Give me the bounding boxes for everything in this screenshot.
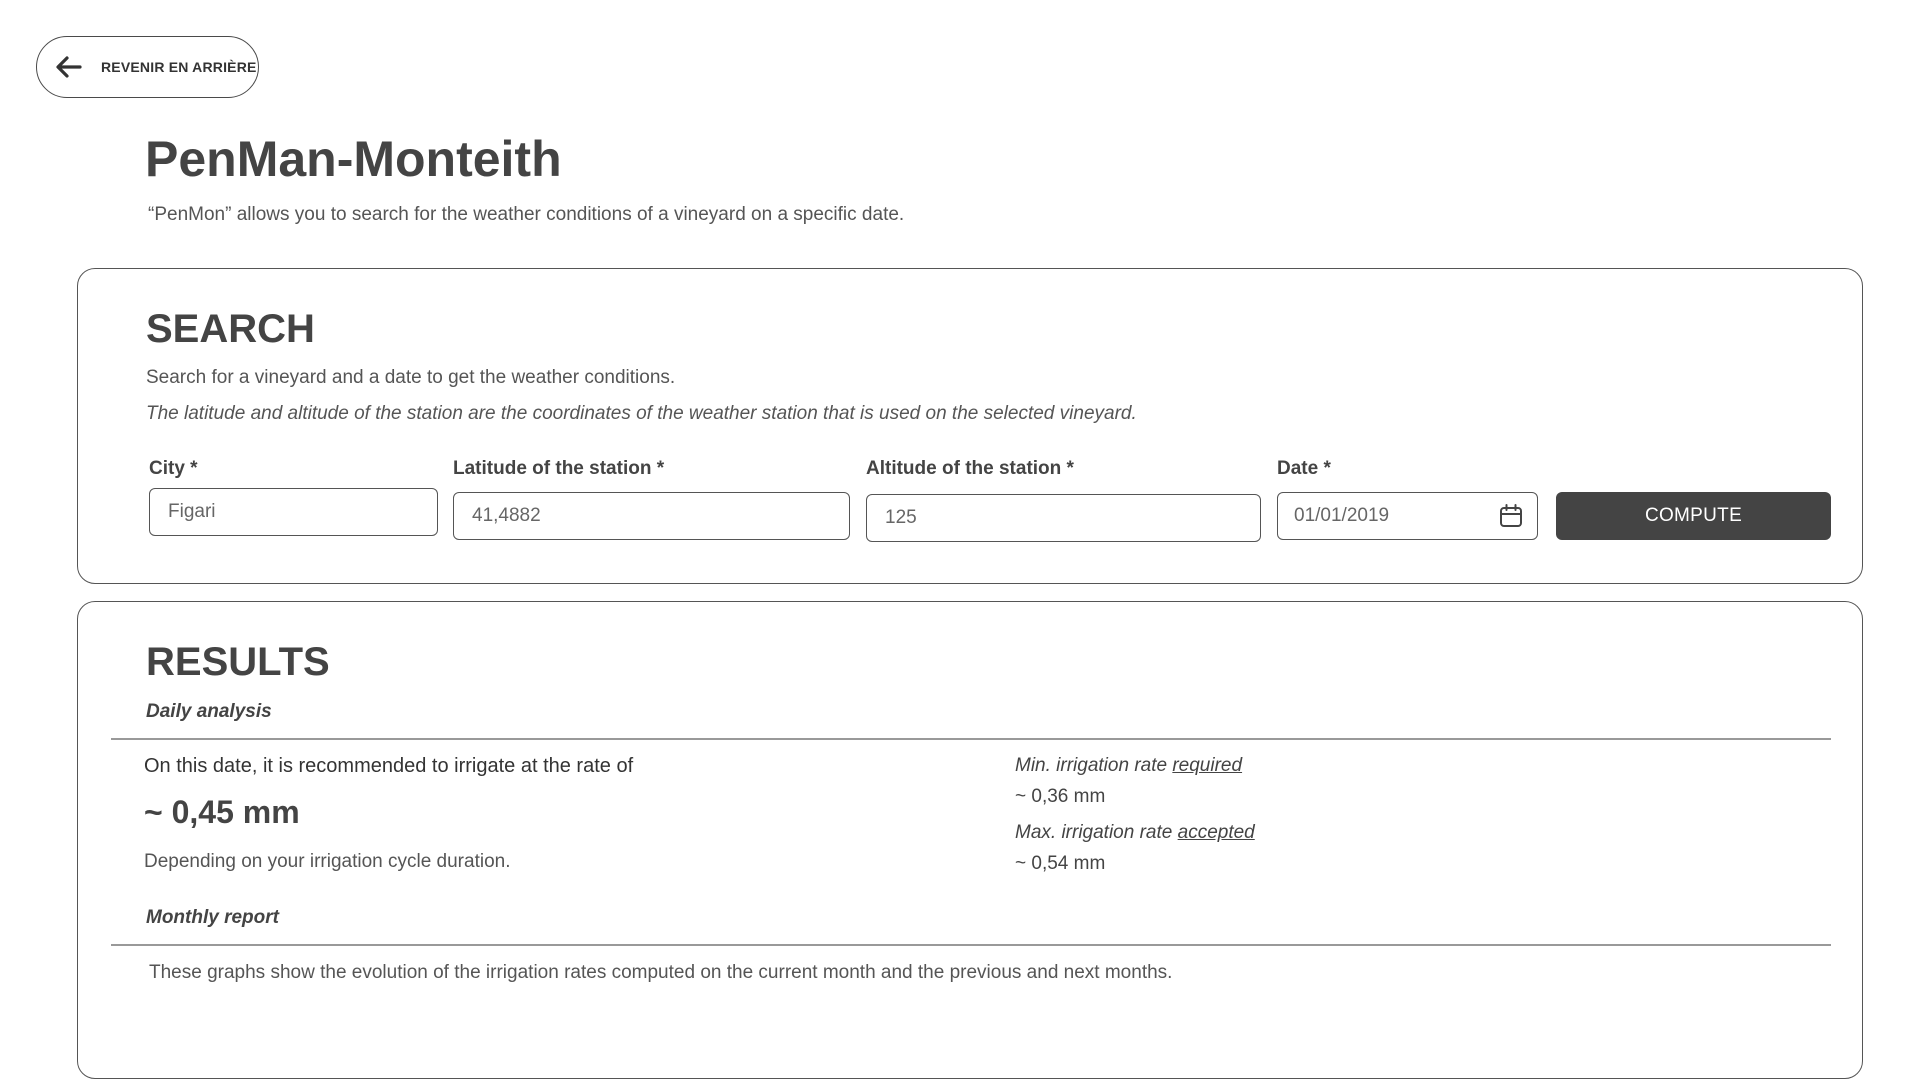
monthly-divider [111,944,1831,946]
back-button-label: REVENIR EN ARRIÈRE [101,59,257,75]
max-rate-value: ~ 0,54 mm [1015,853,1106,874]
recommended-rate: ~ 0,45 mm [144,794,300,830]
date-input[interactable]: 01/01/2019 [1277,492,1538,540]
altitude-input[interactable] [866,494,1261,542]
min-rate-value: ~ 0,36 mm [1015,786,1106,807]
arrow-left-icon [51,49,87,85]
min-rate-label-text: Min. irrigation rate [1015,755,1173,776]
page: REVENIR EN ARRIÈRE PenMan-Monteith “PenM… [0,0,1920,1080]
results-card: RESULTS Daily analysis On this date, it … [77,601,1863,1079]
daily-analysis-heading: Daily analysis [146,701,272,722]
city-label: City * [149,458,198,479]
altitude-label: Altitude of the station * [866,458,1074,479]
search-title: SEARCH [146,307,315,351]
max-rate-label-emphasis: accepted [1177,822,1255,843]
calendar-icon[interactable] [1497,502,1525,530]
city-input[interactable] [149,488,438,536]
page-subtitle: “PenMon” allows you to search for the we… [148,204,905,225]
date-label: Date * [1277,458,1331,479]
results-title: RESULTS [146,640,330,684]
compute-button[interactable]: COMPUTE [1556,492,1831,540]
min-rate-label: Min. irrigation rate required [1015,755,1242,777]
search-description: Search for a vineyard and a date to get … [146,367,676,388]
search-card: SEARCH Search for a vineyard and a date … [77,268,1863,584]
daily-divider [111,738,1831,740]
latitude-input[interactable] [453,492,850,540]
search-note: The latitude and altitude of the station… [146,403,1137,424]
max-rate-label: Max. irrigation rate accepted [1015,822,1255,844]
page-title: PenMan-Monteith [145,131,562,187]
latitude-label: Latitude of the station * [453,458,665,479]
monthly-report-heading: Monthly report [146,907,279,928]
date-value: 01/01/2019 [1294,505,1390,526]
min-rate-label-emphasis: required [1172,755,1243,776]
recommendation-text: On this date, it is recommended to irrig… [144,755,634,777]
back-button[interactable]: REVENIR EN ARRIÈRE [36,36,259,98]
recommendation-note: Depending on your irrigation cycle durat… [144,851,511,872]
monthly-description: These graphs show the evolution of the i… [149,962,1173,983]
max-rate-label-text: Max. irrigation rate [1015,822,1178,843]
